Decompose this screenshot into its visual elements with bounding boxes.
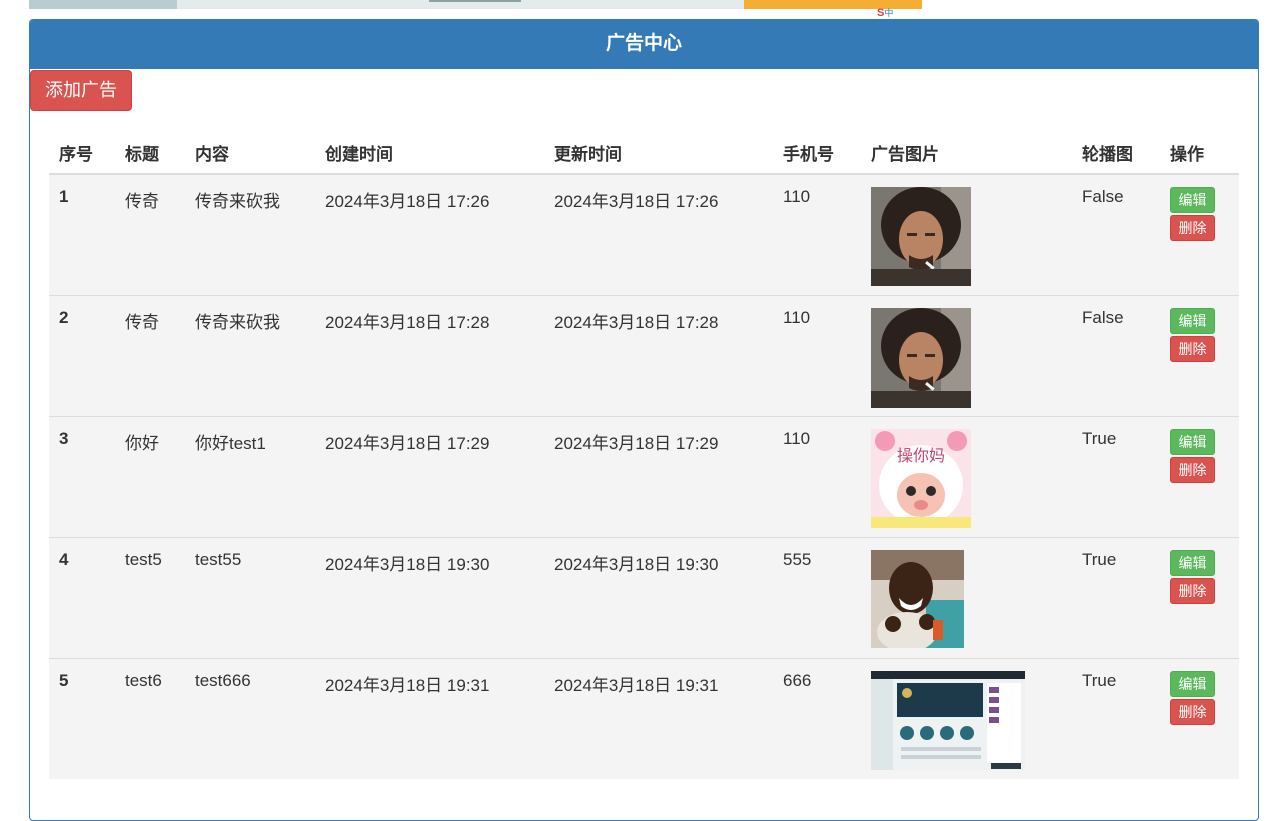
ad-center-panel: 广告中心 添加广告 序号 标题 内容 创建时间 更新时间 手机号 广告图片 轮播… [29,19,1259,821]
row-carousel: False [1072,174,1160,296]
row-image-cell [861,537,1072,659]
row-updated: 2024年3月18日 19:30 [544,537,773,659]
col-header-updated: 更新时间 [544,131,773,175]
sogou-ime-icon[interactable]: S中 [877,6,915,20]
table-row: 3 你好 你好test1 2024年3月18日 17:29 2024年3月18日… [49,416,1239,538]
edit-button[interactable]: 编辑 [1170,429,1215,455]
table-row: 5 test6 test666 2024年3月18日 19:31 2024年3月… [49,658,1239,779]
row-title: 传奇 [115,174,185,296]
row-created: 2024年3月18日 17:26 [315,174,544,296]
edit-button[interactable]: 编辑 [1170,187,1215,213]
table-row: 2 传奇 传奇来砍我 2024年3月18日 17:28 2024年3月18日 1… [49,295,1239,417]
ad-image-portrait [871,308,971,408]
delete-button[interactable]: 删除 [1170,215,1215,241]
row-actions: 编辑 删除 [1160,658,1239,779]
row-content: 传奇来砍我 [185,174,315,296]
ad-image-caption: 操你妈 [897,446,945,465]
row-content: 你好test1 [185,416,315,538]
row-carousel: True [1072,658,1160,779]
row-actions: 编辑 删除 [1160,416,1239,538]
add-ad-button[interactable]: 添加广告 [30,70,132,111]
row-updated: 2024年3月18日 17:28 [544,295,773,417]
row-image-cell [861,174,1072,296]
col-header-index: 序号 [49,131,115,175]
col-header-phone: 手机号 [773,131,861,175]
row-title: test6 [115,658,185,779]
row-content: test55 [185,537,315,659]
ads-table: 序号 标题 内容 创建时间 更新时间 手机号 广告图片 轮播图 操作 1 传奇 … [49,131,1239,779]
row-index: 3 [49,416,115,538]
col-header-actions: 操作 [1160,131,1239,175]
edit-button[interactable]: 编辑 [1170,671,1215,697]
ad-image-portrait [871,187,971,286]
row-updated: 2024年3月18日 17:29 [544,416,773,538]
row-updated: 2024年3月18日 17:26 [544,174,773,296]
delete-button[interactable]: 删除 [1170,457,1215,483]
browser-content-strip [29,0,922,9]
row-phone: 110 [773,416,861,538]
row-image-cell [861,295,1072,417]
col-header-content: 内容 [185,131,315,175]
row-carousel: False [1072,295,1160,417]
edit-button[interactable]: 编辑 [1170,550,1215,576]
row-created: 2024年3月18日 19:30 [315,537,544,659]
row-phone: 110 [773,295,861,417]
row-index: 1 [49,174,115,296]
delete-button[interactable]: 删除 [1170,699,1215,725]
row-created: 2024年3月18日 17:29 [315,416,544,538]
ad-image-laughing-man [871,550,964,648]
row-created: 2024年3月18日 17:28 [315,295,544,417]
ad-image-cartoon-sheep: 操你妈 [871,429,971,528]
row-carousel: True [1072,537,1160,659]
row-phone: 110 [773,174,861,296]
edit-button[interactable]: 编辑 [1170,308,1215,334]
row-created: 2024年3月18日 19:31 [315,658,544,779]
row-actions: 编辑 删除 [1160,174,1239,296]
row-updated: 2024年3月18日 19:31 [544,658,773,779]
row-actions: 编辑 删除 [1160,537,1239,659]
row-carousel: True [1072,416,1160,538]
row-phone: 555 [773,537,861,659]
row-image-cell [861,658,1072,779]
row-title: 你好 [115,416,185,538]
row-content: 传奇来砍我 [185,295,315,417]
row-phone: 666 [773,658,861,779]
row-title: 传奇 [115,295,185,417]
table-header-row: 序号 标题 内容 创建时间 更新时间 手机号 广告图片 轮播图 操作 [49,131,1239,175]
panel-title: 广告中心 [30,20,1258,69]
row-title: test5 [115,537,185,659]
row-content: test666 [185,658,315,779]
row-index: 2 [49,295,115,417]
row-index: 4 [49,537,115,659]
col-header-carousel: 轮播图 [1072,131,1160,175]
row-image-cell: 操你妈 [861,416,1072,538]
delete-button[interactable]: 删除 [1170,578,1215,604]
col-header-image: 广告图片 [861,131,1072,175]
col-header-title: 标题 [115,131,185,175]
col-header-created: 创建时间 [315,131,544,175]
row-index: 5 [49,658,115,779]
table-row: 4 test5 test55 2024年3月18日 19:30 2024年3月1… [49,537,1239,659]
row-actions: 编辑 删除 [1160,295,1239,417]
delete-button[interactable]: 删除 [1170,336,1215,362]
table-row: 1 传奇 传奇来砍我 2024年3月18日 17:26 2024年3月18日 1… [49,174,1239,296]
ad-image-game-screenshot [871,671,1025,770]
